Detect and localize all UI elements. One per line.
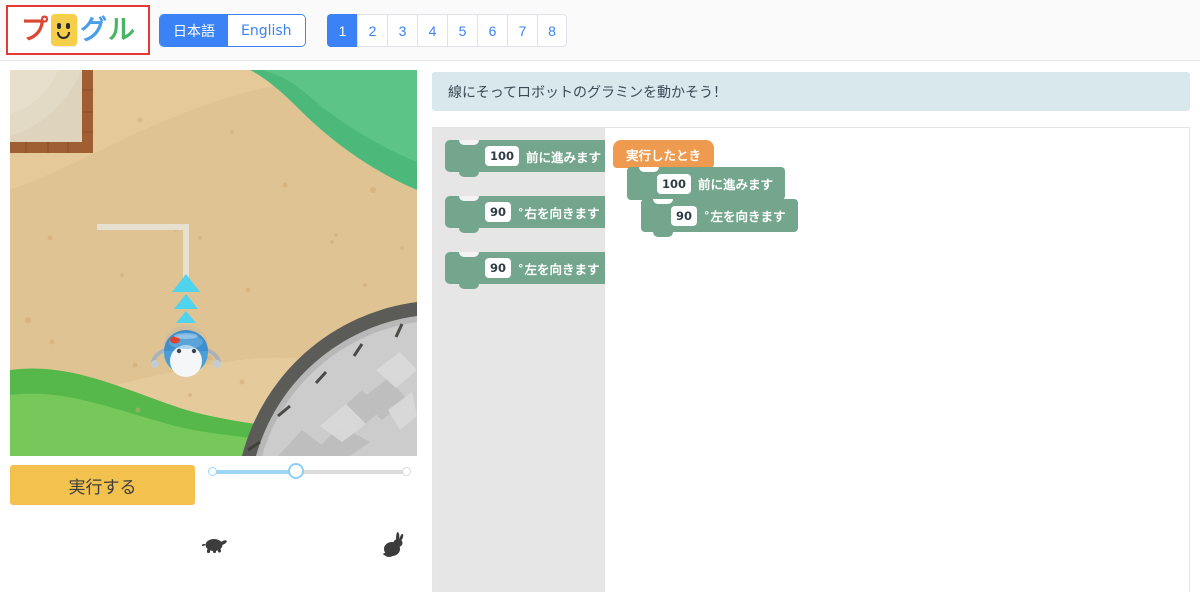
block-nub-icon bbox=[459, 284, 479, 289]
logo-mascot-card-icon bbox=[51, 14, 77, 46]
workspace-hat-block-when-run[interactable]: 実行したとき bbox=[613, 140, 715, 168]
run-button[interactable]: 実行する bbox=[10, 465, 195, 505]
workspace-row-turn-left: 90 ° 左を向きます bbox=[641, 199, 798, 232]
game-stage[interactable] bbox=[10, 70, 417, 456]
palette-block-move-forward-label: 前に進みます bbox=[526, 149, 602, 165]
workspace-block-turn-left-value[interactable]: 90 bbox=[671, 205, 698, 226]
page-button-6[interactable]: 6 bbox=[477, 14, 507, 47]
palette-block-turn-left[interactable]: 90 ° 左を向きます bbox=[445, 252, 612, 289]
stage-pagination[interactable]: 1 2 3 4 5 6 7 8 bbox=[327, 14, 567, 47]
speed-slider-max-marker bbox=[402, 467, 411, 476]
block-notch-icon bbox=[459, 140, 479, 145]
speed-slider-min-marker bbox=[208, 467, 217, 476]
page-button-8[interactable]: 8 bbox=[537, 14, 567, 47]
page-button-5[interactable]: 5 bbox=[447, 14, 477, 47]
language-option-english[interactable]: English bbox=[228, 15, 305, 46]
palette-block-turn-right[interactable]: 90 ° 右を向きます bbox=[445, 196, 612, 233]
page-button-7[interactable]: 7 bbox=[507, 14, 537, 47]
language-option-japanese[interactable]: 日本語 bbox=[160, 15, 228, 46]
block-notch-icon bbox=[653, 199, 673, 204]
palette-block-turn-left-degree: ° bbox=[518, 261, 524, 275]
palette-block-move-forward[interactable]: 100 前に進みます bbox=[445, 140, 614, 177]
turtle-icon bbox=[201, 535, 228, 558]
logo-char-pu: プ bbox=[21, 14, 48, 46]
palette-block-turn-right-degree: ° bbox=[518, 205, 524, 219]
workspace-row-move-forward: 100 前に進みます bbox=[627, 167, 798, 200]
block-editor: 100 前に進みます 90 ° 右を向きます 90 ° 左を向きます 実行したと… bbox=[432, 127, 1190, 592]
app-header: プ グ ル 日本語 English 1 2 3 4 5 6 7 8 bbox=[0, 0, 1200, 61]
page-button-2[interactable]: 2 bbox=[357, 14, 387, 47]
workspace-block-turn-left[interactable]: 90 ° 左を向きます bbox=[641, 199, 798, 232]
workspace-block-turn-left-label: 左を向きます bbox=[710, 209, 786, 224]
block-notch-icon bbox=[639, 167, 659, 172]
block-workspace[interactable]: 実行したとき 100 前に進みます 90 ° 左を向きます bbox=[605, 128, 1189, 592]
workspace-block-move-forward[interactable]: 100 前に進みます bbox=[627, 167, 786, 200]
stage-panel: 実行する bbox=[0, 61, 430, 592]
palette-row-turn-left: 90 ° 左を向きます bbox=[445, 252, 613, 289]
game-stage-canvas bbox=[10, 70, 417, 456]
palette-block-move-forward-value[interactable]: 100 bbox=[485, 146, 520, 166]
palette-block-turn-left-label: 左を向きます bbox=[524, 261, 600, 277]
workspace-block-turn-left-degree: ° bbox=[704, 209, 710, 222]
palette-row-move-forward: 100 前に進みます bbox=[445, 140, 614, 177]
block-script: 実行したとき 100 前に進みます 90 ° 左を向きます bbox=[613, 140, 798, 237]
logo-char-gu: グ bbox=[80, 14, 107, 46]
workspace-block-move-forward-value[interactable]: 100 bbox=[657, 173, 692, 194]
workspace-block-move-forward-label: 前に進みます bbox=[698, 177, 774, 192]
palette-block-turn-left-value[interactable]: 90 bbox=[485, 258, 512, 278]
speed-slider-thumb[interactable] bbox=[288, 463, 304, 479]
palette-block-list: 100 前に進みます 90 ° 右を向きます 90 ° 左を向きます bbox=[445, 140, 614, 308]
page-button-4[interactable]: 4 bbox=[417, 14, 447, 47]
block-stack-tail-nub-icon bbox=[653, 232, 673, 237]
instruction-text: 線にそってロボットのグラミンを動かそう！ bbox=[448, 84, 728, 101]
instruction-bar: 線にそってロボットのグラミンを動かそう！ bbox=[432, 72, 1190, 111]
app-logo[interactable]: プ グ ル bbox=[6, 5, 150, 55]
rabbit-icon bbox=[382, 531, 404, 562]
block-notch-icon bbox=[459, 196, 479, 201]
logo-mascot-mouth bbox=[57, 32, 70, 39]
palette-row-turn-right: 90 ° 右を向きます bbox=[445, 196, 613, 233]
logo-mascot-eye-right bbox=[66, 23, 70, 29]
workspace-hat-block-label: 実行したとき bbox=[626, 147, 702, 163]
palette-block-turn-right-value[interactable]: 90 bbox=[485, 202, 512, 222]
page-button-3[interactable]: 3 bbox=[387, 14, 417, 47]
speed-slider-fill bbox=[212, 470, 300, 474]
palette-block-turn-right-label: 右を向きます bbox=[524, 205, 600, 221]
speed-slider[interactable] bbox=[208, 463, 411, 482]
logo-mascot-eye-left bbox=[57, 23, 61, 29]
language-toggle[interactable]: 日本語 English bbox=[159, 14, 306, 47]
logo-char-ru: ル bbox=[108, 14, 135, 46]
block-notch-icon bbox=[459, 252, 479, 257]
block-palette[interactable]: 100 前に進みます 90 ° 右を向きます 90 ° 左を向きます bbox=[433, 128, 614, 592]
block-nub-icon bbox=[459, 172, 479, 177]
block-nub-icon bbox=[459, 228, 479, 233]
page-button-1[interactable]: 1 bbox=[327, 14, 357, 47]
